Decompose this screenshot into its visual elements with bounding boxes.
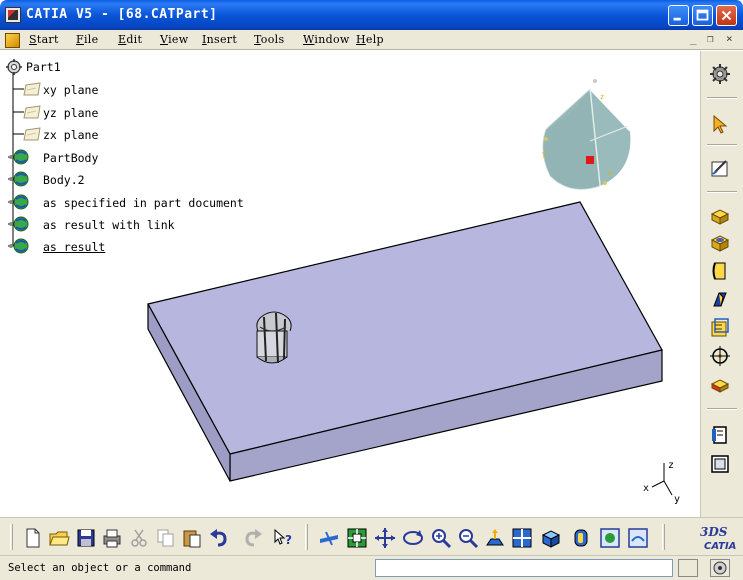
window-title: CATIA V5 - [68.CATPart] <box>26 7 218 22</box>
menu-file[interactable]: File <box>76 33 98 46</box>
status-message: Select an object or a command <box>8 562 192 574</box>
save-icon[interactable] <box>75 527 97 549</box>
logo-text: CATIA <box>704 541 736 552</box>
plane-icon <box>23 105 41 119</box>
tree-node-partbody[interactable]: PartBody <box>43 151 98 165</box>
menu-start[interactable]: Start <box>29 33 59 46</box>
status-bar: Select an object or a command <box>0 555 743 580</box>
multi-view-icon[interactable] <box>511 527 533 549</box>
menu-view[interactable]: View <box>160 33 188 46</box>
fillet-icon[interactable] <box>709 260 731 282</box>
compass-z-label: z <box>600 93 604 101</box>
swap-visible-space-icon[interactable] <box>627 527 649 549</box>
mdi-restore-button[interactable]: ❐ <box>707 32 714 45</box>
mdi-minimize-button[interactable]: _ <box>690 32 697 45</box>
menu-bar: Start File Edit View Insert Tools Window… <box>0 30 743 50</box>
cutter-tool-shape <box>256 311 292 364</box>
fit-all-icon[interactable] <box>346 527 368 549</box>
menu-edit[interactable]: Edit <box>118 33 142 46</box>
body-icon <box>8 171 29 187</box>
menu-tools[interactable]: Tools <box>254 33 284 46</box>
iso-view-icon[interactable] <box>539 527 561 549</box>
target-icon[interactable] <box>709 345 731 367</box>
copy-icon[interactable] <box>155 527 177 549</box>
status-help-button[interactable] <box>710 559 730 577</box>
menu-help[interactable]: Help <box>356 33 384 46</box>
tree-node-as-result[interactable]: as result <box>43 240 105 254</box>
shell-icon[interactable] <box>709 317 731 339</box>
body-icon <box>8 238 29 254</box>
close-button[interactable] <box>716 5 737 26</box>
chamfer-icon[interactable] <box>709 289 731 311</box>
mdi-close-button[interactable]: × <box>726 32 733 45</box>
body-icon <box>8 149 29 165</box>
pad-icon[interactable] <box>709 205 731 227</box>
tree-node-xy-plane[interactable]: xy plane <box>43 83 98 97</box>
fly-mode-icon[interactable] <box>318 527 340 549</box>
command-input[interactable] <box>375 559 673 577</box>
plane-icon <box>23 127 41 141</box>
plane-icon <box>23 82 41 96</box>
rotate-icon[interactable] <box>402 527 424 549</box>
tree-node-body-2[interactable]: Body.2 <box>43 173 85 187</box>
sketcher-icon[interactable] <box>709 157 731 179</box>
viewport-3d[interactable]: y z x z x y Part1 xy plane yz plane zx p… <box>0 51 700 517</box>
open-folder-icon[interactable] <box>48 527 70 549</box>
title-bar: CATIA V5 - [68.CATPart] <box>0 0 743 30</box>
shading-icon[interactable] <box>570 527 592 549</box>
tree-node-as-result-with-link[interactable]: as result with link <box>43 218 175 232</box>
cut-icon[interactable] <box>128 527 150 549</box>
status-help-icon <box>713 561 727 575</box>
tree-root-label[interactable]: Part1 <box>26 60 61 74</box>
status-options-button[interactable] <box>678 559 698 577</box>
bottom-toolbar: ? 3DS CATIA <box>0 517 743 555</box>
compass-x-label: x <box>608 169 612 177</box>
tree-node-zx-plane[interactable]: zx plane <box>43 128 98 142</box>
menu-window[interactable]: Window <box>303 33 350 46</box>
minimize-button[interactable] <box>668 5 689 26</box>
catia-app-icon[interactable] <box>5 7 21 23</box>
gear-icon[interactable] <box>709 63 731 85</box>
normal-view-icon[interactable] <box>484 527 506 549</box>
right-toolbar <box>700 51 743 517</box>
pocket-icon[interactable] <box>709 232 731 254</box>
view-icon[interactable] <box>709 453 731 475</box>
triad-z-label: z <box>668 460 674 471</box>
part-root-icon[interactable] <box>6 59 22 75</box>
menu-insert[interactable]: Insert <box>202 33 237 46</box>
logo-mark-text: 3DS <box>700 525 728 539</box>
tree-node-as-specified[interactable]: as specified in part document <box>43 196 244 210</box>
catia-logo: 3DS CATIA <box>690 520 738 554</box>
viewport-geometry: y z x z x y <box>147 79 680 505</box>
body-icon <box>8 216 29 232</box>
maximize-button[interactable] <box>692 5 713 26</box>
catia-logo-mark: 3DS CATIA <box>700 525 736 552</box>
redo-icon[interactable] <box>242 527 264 549</box>
whats-this-help-icon[interactable]: ? <box>272 527 294 549</box>
svg-text:?: ? <box>285 533 292 547</box>
zoom-out-icon[interactable] <box>457 527 479 549</box>
start-menu-icon[interactable] <box>5 33 20 48</box>
pan-icon[interactable] <box>374 527 396 549</box>
hide-show-icon[interactable] <box>599 527 621 549</box>
triad-x-label: x <box>643 483 649 494</box>
new-document-icon[interactable] <box>22 527 44 549</box>
measure-icon[interactable] <box>709 424 731 446</box>
compass-widget <box>542 79 631 190</box>
paste-icon[interactable] <box>181 527 203 549</box>
select-arrow-icon[interactable] <box>709 113 731 135</box>
compass-y-label: y <box>542 150 546 158</box>
body-icon <box>8 194 29 210</box>
tree-node-yz-plane[interactable]: yz plane <box>43 106 98 120</box>
triad-y-label: y <box>674 494 680 505</box>
undo-icon[interactable] <box>208 527 230 549</box>
boolean-icon[interactable] <box>709 373 731 395</box>
print-icon[interactable] <box>101 527 123 549</box>
zoom-in-icon[interactable] <box>430 527 452 549</box>
